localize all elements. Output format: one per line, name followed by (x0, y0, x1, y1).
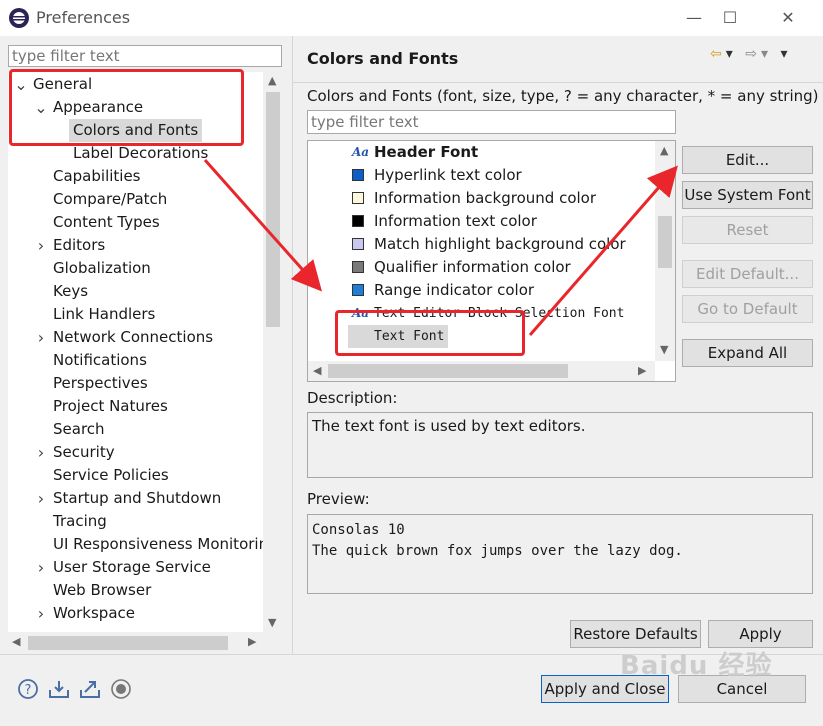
annotation-arrow-1 (203, 159, 322, 292)
watermark-logo: Baidu 经验 (620, 651, 773, 681)
annotation-arrows (203, 159, 678, 336)
annotation-arrow-2 (528, 165, 678, 336)
